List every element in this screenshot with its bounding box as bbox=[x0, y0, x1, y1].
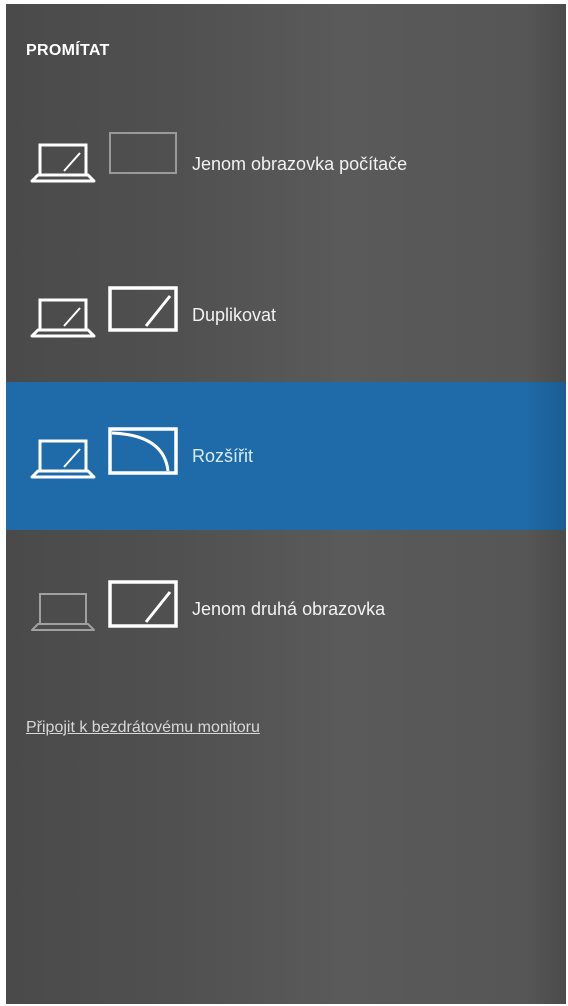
duplicate-icon bbox=[30, 286, 178, 338]
panel-title: PROMÍTAT bbox=[26, 42, 110, 59]
option-extend[interactable]: Rozšířit bbox=[6, 382, 566, 530]
option-second-screen-only[interactable]: Jenom druhá obrazovka bbox=[6, 534, 566, 684]
option-label: Jenom druhá obrazovka bbox=[192, 598, 386, 619]
pc-screen-only-icon bbox=[30, 132, 177, 183]
option-duplicate[interactable]: Duplikovat bbox=[6, 240, 566, 390]
project-panel: PROMÍTAT Jenom obrazovka počítače Duplik… bbox=[6, 4, 566, 1004]
option-label: Rozšířit bbox=[192, 445, 254, 466]
second-screen-only-icon bbox=[31, 580, 178, 631]
option-pc-screen-only[interactable]: Jenom obrazovka počítače bbox=[6, 89, 566, 239]
connect-wireless-display-link[interactable]: Připojit k bezdrátovému monitoru bbox=[26, 719, 260, 737]
extend-icon bbox=[30, 427, 178, 479]
option-label: Duplikovat bbox=[192, 304, 277, 325]
option-label: Jenom obrazovka počítače bbox=[192, 153, 408, 174]
